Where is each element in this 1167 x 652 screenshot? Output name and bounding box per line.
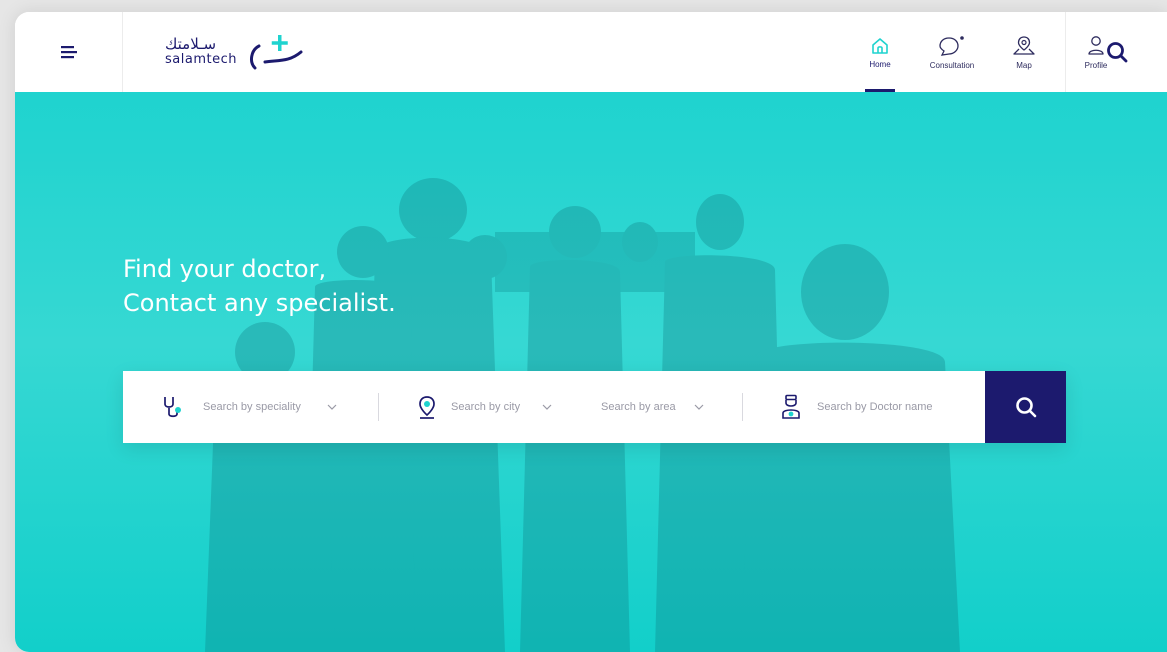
brand-logo[interactable]: سـلامتك salamtech bbox=[123, 12, 523, 92]
search-submit-button[interactable] bbox=[985, 371, 1066, 443]
doctor-icon bbox=[782, 394, 800, 419]
search-icon bbox=[1106, 42, 1127, 63]
search-icon bbox=[1015, 397, 1036, 418]
chevron-down-icon bbox=[694, 404, 704, 410]
stethoscope-icon bbox=[164, 397, 181, 418]
menu-icon bbox=[60, 46, 77, 59]
city-select[interactable]: Search by city bbox=[379, 371, 559, 443]
nav-item-consultation[interactable]: Consultation bbox=[916, 12, 988, 92]
hero-headline: Find your doctor, Contact any specialist… bbox=[123, 252, 396, 320]
nav-label-consultation: Consultation bbox=[929, 60, 975, 70]
hero-section: Find your doctor, Contact any specialist… bbox=[15, 92, 1167, 652]
doctor-search-bar: Search by speciality Search by city Sear… bbox=[123, 371, 1066, 443]
chevron-down-icon bbox=[327, 404, 337, 410]
location-pin-icon bbox=[419, 396, 435, 419]
nav-label-home: Home bbox=[869, 59, 891, 69]
app-window: سـلامتك salamtech Home Consultation Map … bbox=[15, 12, 1167, 652]
doctor-name-input[interactable]: Search by Doctor name bbox=[743, 371, 983, 443]
chevron-down-icon bbox=[542, 404, 552, 410]
city-select-label: Search by city bbox=[451, 401, 521, 413]
nav-item-home[interactable]: Home bbox=[844, 12, 916, 92]
header-search-button[interactable] bbox=[1065, 12, 1167, 92]
chat-bubble-icon bbox=[939, 35, 964, 56]
hero-title-line-1: Find your doctor, bbox=[123, 255, 327, 283]
map-pin-icon bbox=[1013, 35, 1035, 55]
area-select-label: Search by area bbox=[601, 401, 676, 413]
brand-wordmark: سـلامتك salamtech bbox=[165, 35, 237, 68]
brand-name-arabic: سـلامتك bbox=[165, 35, 217, 53]
menu-button[interactable] bbox=[15, 12, 123, 92]
top-header: سـلامتك salamtech Home Consultation Map … bbox=[15, 12, 1167, 92]
nav-label-map: Map bbox=[1016, 60, 1032, 70]
brand-name-english: salamtech bbox=[165, 52, 237, 67]
speciality-select-label: Search by speciality bbox=[203, 401, 301, 413]
speciality-select[interactable]: Search by speciality bbox=[123, 371, 378, 443]
hero-title-line-2: Contact any specialist. bbox=[123, 289, 396, 317]
home-icon bbox=[872, 37, 888, 54]
brand-mark-icon bbox=[249, 35, 303, 70]
nav-item-map[interactable]: Map bbox=[988, 12, 1060, 92]
area-select[interactable]: Search by area bbox=[559, 371, 742, 443]
doctor-name-placeholder: Search by Doctor name bbox=[817, 401, 933, 413]
